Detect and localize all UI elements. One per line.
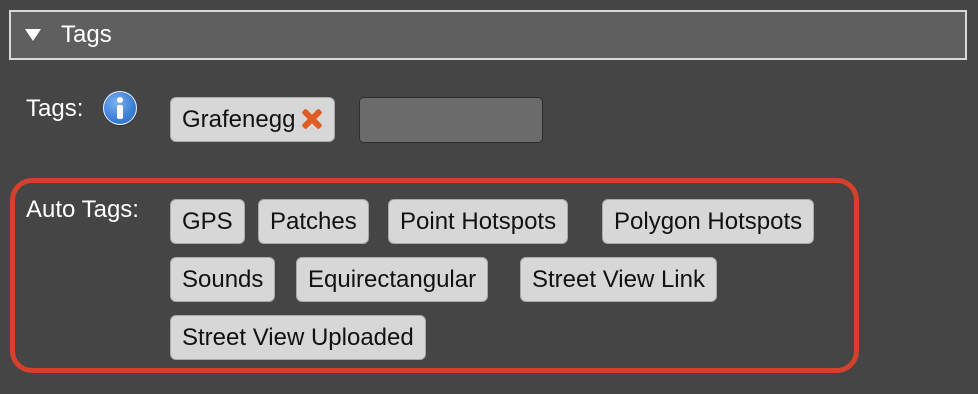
auto-tags-label: Auto Tags:: [26, 196, 139, 223]
auto-tag-label: Point Hotspots: [400, 208, 557, 235]
auto-tag-point-hotspots: Point Hotspots: [388, 199, 569, 244]
tags-panel: Tags Tags: Grafenegg Auto Tags: GPS Patc…: [0, 0, 978, 394]
auto-tag-label: Sounds: [182, 266, 264, 293]
auto-tag-label: Patches: [270, 208, 357, 235]
auto-tag-label: Street View Link: [532, 266, 705, 293]
disclosure-triangle-down-icon[interactable]: [25, 29, 41, 41]
auto-tag-polygon-hotspots: Polygon Hotspots: [602, 199, 815, 244]
tag-combo-box[interactable]: [359, 97, 543, 143]
remove-x-icon[interactable]: [301, 108, 323, 130]
info-icon[interactable]: [103, 91, 137, 125]
tags-label: Tags:: [26, 95, 84, 122]
auto-tag-gps: GPS: [170, 199, 245, 244]
tags-section-header[interactable]: Tags: [9, 10, 967, 60]
auto-tag-street-view-uploaded: Street View Uploaded: [170, 315, 426, 360]
auto-tag-street-view-link: Street View Link: [520, 257, 717, 302]
auto-tag-label: Equirectangular: [308, 266, 477, 293]
auto-tag-patches: Patches: [258, 199, 369, 244]
section-title: Tags: [61, 21, 112, 48]
auto-tag-sounds: Sounds: [170, 257, 276, 302]
auto-tag-label: GPS: [182, 208, 233, 235]
tag-chip-label: Grafenegg: [182, 106, 296, 133]
tag-input[interactable]: [360, 98, 542, 142]
auto-tag-label: Polygon Hotspots: [614, 208, 803, 235]
auto-tag-label: Street View Uploaded: [182, 324, 414, 351]
auto-tag-equirectangular: Equirectangular: [296, 257, 489, 302]
tag-chip-grafenegg: Grafenegg: [170, 97, 336, 142]
